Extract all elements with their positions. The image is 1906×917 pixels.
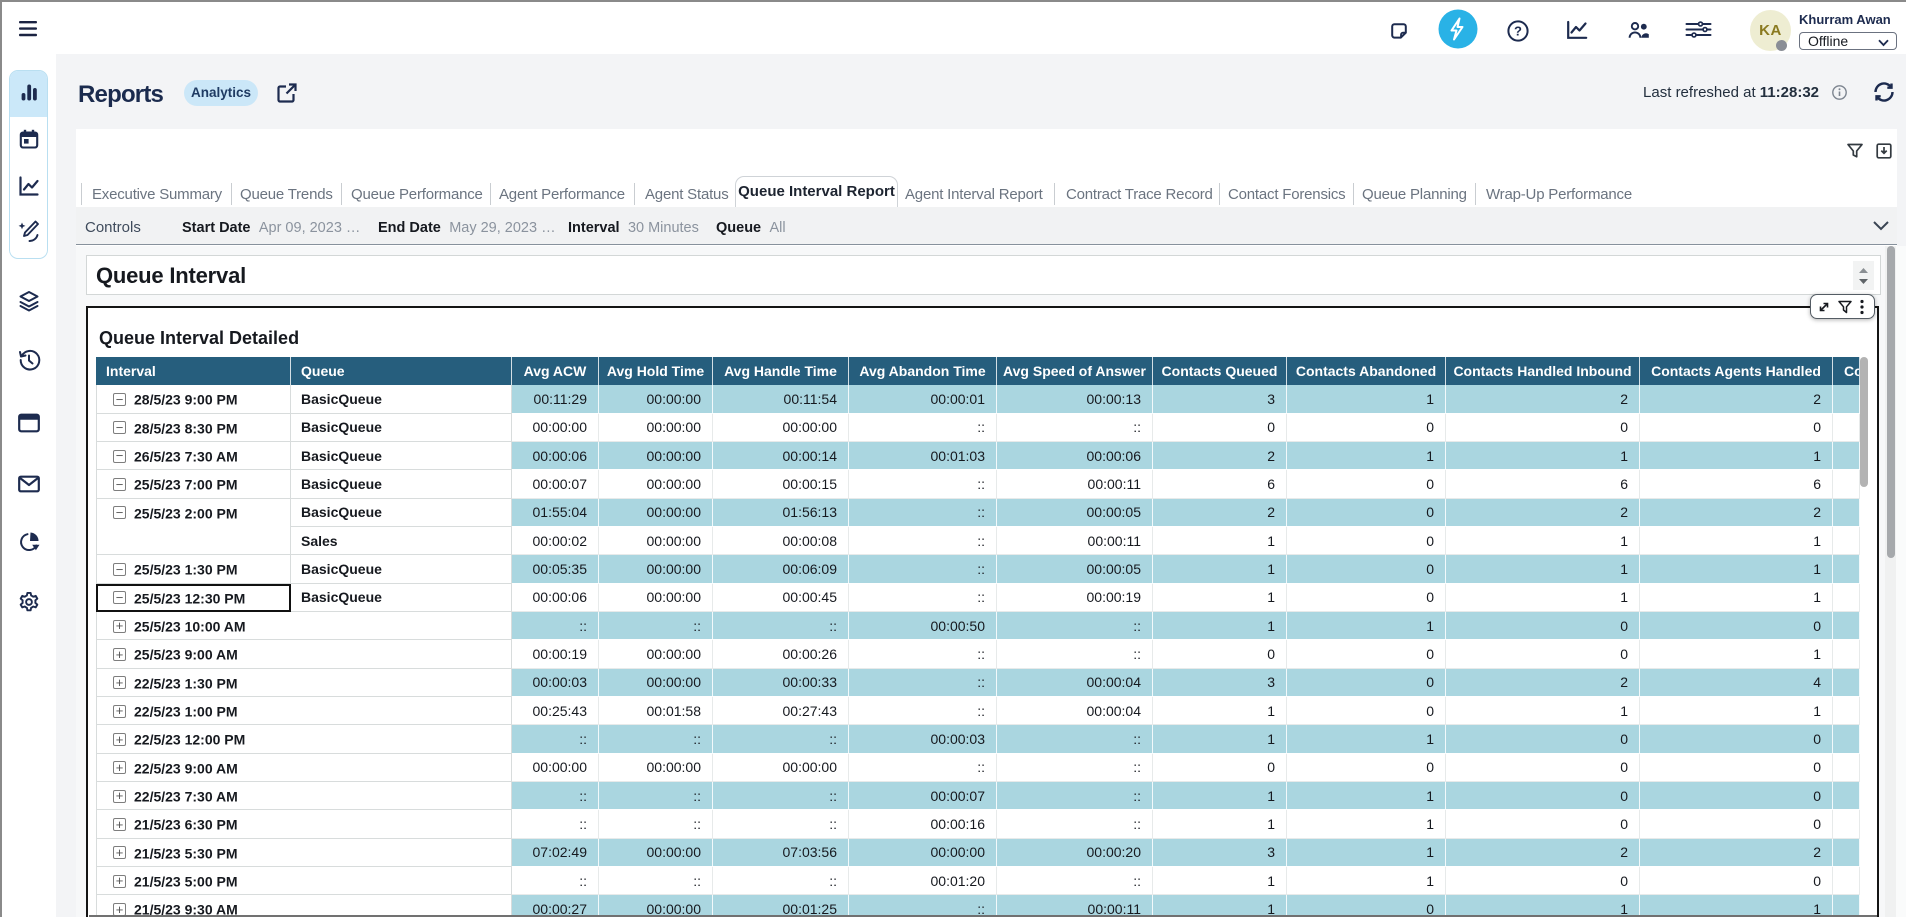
svg-text:?: ? [1514, 24, 1522, 39]
